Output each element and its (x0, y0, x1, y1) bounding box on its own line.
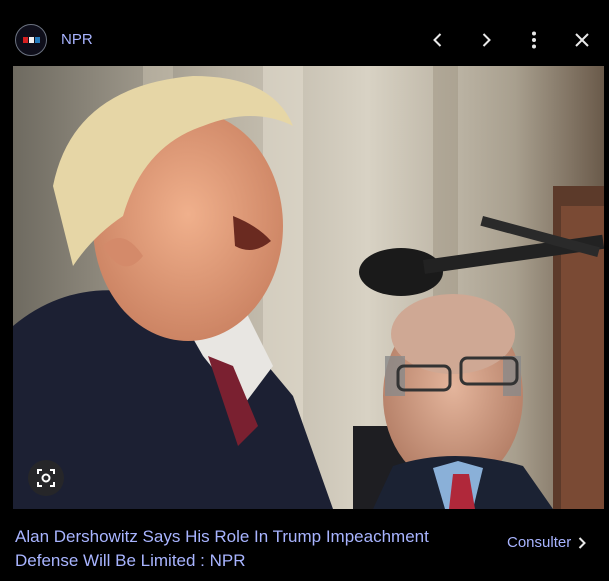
viewer-header: NPR (0, 0, 609, 66)
image-title-link[interactable]: Alan Dershowitz Says His Role In Trump I… (15, 525, 485, 573)
visit-button[interactable]: Consulter (507, 534, 587, 551)
visit-label: Consulter (507, 534, 572, 551)
close-icon (575, 33, 589, 47)
lens-button[interactable] (28, 460, 64, 496)
npr-logo-icon[interactable] (15, 24, 47, 56)
more-vert-icon (532, 31, 536, 49)
close-button[interactable] (568, 26, 596, 54)
more-options-button[interactable] (520, 26, 548, 54)
chevron-left-icon (433, 33, 442, 47)
chevron-right-icon (482, 33, 491, 47)
photo-scene-icon (13, 66, 604, 509)
next-button[interactable] (472, 26, 500, 54)
prev-button[interactable] (424, 26, 452, 54)
site-name-link[interactable]: NPR (61, 31, 93, 48)
lens-icon (37, 469, 55, 487)
chevron-right-icon (578, 536, 587, 549)
preview-image[interactable] (13, 66, 604, 509)
